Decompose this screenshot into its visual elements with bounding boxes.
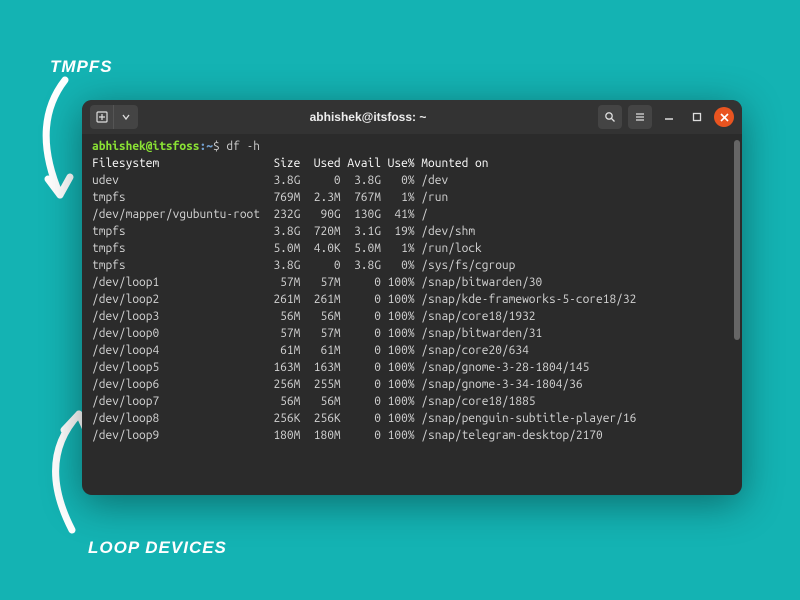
- scrollbar[interactable]: [734, 140, 740, 340]
- terminal-window: abhishek@itsfoss: ~ abhishek@itsfoss:~$ …: [82, 100, 742, 495]
- new-tab-button[interactable]: [90, 105, 114, 129]
- minimize-button[interactable]: [658, 106, 680, 128]
- annotation-loop-devices: LOOP DEVICES: [88, 538, 227, 558]
- menu-button[interactable]: [628, 105, 652, 129]
- annotation-tmpfs: TMPFS: [50, 57, 113, 77]
- tab-dropdown-button[interactable]: [114, 105, 138, 129]
- window-title: abhishek@itsfoss: ~: [142, 110, 594, 124]
- arrow-tmpfs: [20, 75, 90, 215]
- search-button[interactable]: [598, 105, 622, 129]
- titlebar: abhishek@itsfoss: ~: [82, 100, 742, 134]
- terminal-output[interactable]: abhishek@itsfoss:~$ df -h Filesystem Siz…: [82, 134, 742, 448]
- maximize-button[interactable]: [686, 106, 708, 128]
- close-button[interactable]: [714, 107, 734, 127]
